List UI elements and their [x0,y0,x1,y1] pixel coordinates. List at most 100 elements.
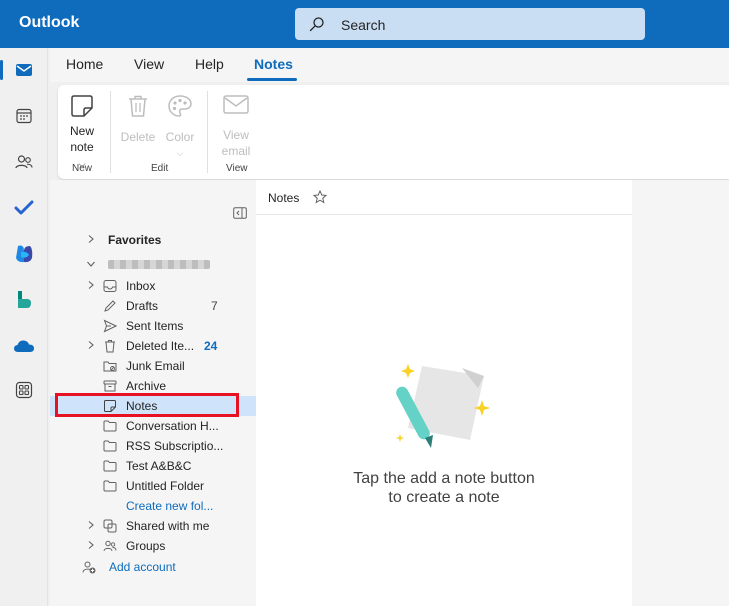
more-apps-icon [15,381,33,399]
group-label-view: View [226,163,248,174]
folder-deleted[interactable]: Deleted Ite... 24 [50,336,256,356]
search-box[interactable]: Search [295,8,645,40]
chevron-right-icon [88,341,94,349]
notes-header: Notes [256,180,632,215]
groups-label: Groups [126,539,166,553]
star-icon[interactable] [313,190,327,204]
new-note-icon [71,95,93,117]
shared-icon [103,519,117,533]
onedrive-icon [14,340,34,352]
rail-more-apps[interactable] [0,370,48,410]
folder-junk[interactable]: Junk Email [50,356,256,376]
chevron-right-icon [88,521,94,529]
empty-state-line1: Tap the add a note button [353,470,535,487]
highlight-annotation [55,393,239,417]
office-icon [16,245,33,263]
folder-label: Sent Items [126,319,184,333]
empty-state-line2: to create a note [388,489,500,506]
create-new-folder-link[interactable]: Create new fol... [50,496,256,516]
chevron-down-icon: ⌵ [176,148,184,158]
ribbon: New note ⌵ New Delete Color ⌵ Edit View … [58,85,729,179]
rail-onedrive[interactable] [0,326,48,366]
active-tab-indicator [247,78,297,81]
folder-label: Conversation H... [126,419,219,433]
reading-pane [632,180,729,606]
notes-header-title: Notes [268,191,300,205]
tab-help[interactable]: Help [195,56,224,72]
folder-label: Drafts [126,299,159,313]
folder-label: RSS Subscriptio... [126,439,224,453]
search-placeholder: Search [341,17,386,33]
add-account-label: Add account [109,560,176,574]
folder-label: Archive [126,379,167,393]
view-email-label-line2: email [221,144,251,158]
folder-label: Junk Email [126,359,185,373]
favorites-row[interactable]: Favorites [50,230,256,250]
rail-active-indicator [0,60,3,80]
rail-mail[interactable] [0,50,48,90]
chevron-right-icon [88,281,94,289]
folder-label: Deleted Ite... [126,339,195,353]
rail-office[interactable] [0,234,48,274]
search-icon [309,17,324,32]
rail-calendar[interactable] [0,96,48,136]
app-rail [0,48,48,606]
ribbon-separator [207,91,208,173]
notes-pane: Notes Tap the add a note button to creat… [256,180,632,606]
shared-with-me-label: Shared with me [126,519,210,533]
color-button[interactable]: Color ⌵ [162,93,198,161]
shared-with-me-row[interactable]: Shared with me [50,516,256,536]
rail-people[interactable] [0,142,48,182]
app-title[interactable]: Outlook [19,14,79,32]
folder-conversation-history[interactable]: Conversation H... [50,416,256,436]
folder-sent[interactable]: Sent Items [50,316,256,336]
mail-icon [16,64,32,76]
rail-bookings[interactable] [0,280,48,320]
tab-home[interactable]: Home [66,56,103,72]
folder-label: Untitled Folder [126,479,205,493]
groups-row[interactable]: Groups [50,536,256,556]
unread-count: 7 [211,299,218,313]
trash-icon [105,340,115,353]
menu-bar: Home View Help Notes [50,48,729,82]
folder-icon [103,440,117,452]
delete-button[interactable]: Delete [120,93,156,145]
tab-view[interactable]: View [134,56,164,72]
folder-label: Inbox [126,279,156,293]
empty-state-message: Tap the add a note button to create a no… [256,469,632,507]
chevron-right-icon [88,541,94,549]
junk-folder-icon [103,361,117,372]
folder-icon [103,480,117,492]
view-email-button[interactable]: View email [218,93,254,159]
delete-label: Delete [120,130,156,144]
folder-icon [103,460,117,472]
folder-test[interactable]: Test A&B&C [50,456,256,476]
folder-inbox[interactable]: Inbox [50,276,256,296]
bookings-icon [18,291,31,308]
folder-untitled[interactable]: Untitled Folder [50,476,256,496]
new-note-label-line1: New [69,124,94,138]
favorites-label: Favorites [108,233,162,247]
folder-rss[interactable]: RSS Subscriptio... [50,436,256,456]
color-palette-icon [168,95,192,117]
account-name-redacted [108,260,210,269]
collapse-pane-icon[interactable] [233,207,247,219]
todo-icon [14,200,34,215]
add-account-row[interactable]: Add account [50,557,256,577]
folder-drafts[interactable]: Drafts 7 [50,296,256,316]
send-icon [103,319,117,333]
top-bar: Outlook Search [0,0,729,48]
color-label: Color [165,130,195,144]
pencil-icon [104,300,116,312]
people-icon [15,155,33,169]
rail-todo[interactable] [0,188,48,228]
archive-icon [103,380,117,392]
ribbon-separator [110,91,111,173]
tab-notes[interactable]: Notes [254,56,293,72]
envelope-icon [223,95,249,114]
chevron-down-icon [87,261,95,267]
folder-icon [103,420,117,432]
new-note-button[interactable]: New note ⌵ [66,93,98,172]
inbox-icon [103,280,117,292]
group-label-edit: Edit [151,163,169,174]
